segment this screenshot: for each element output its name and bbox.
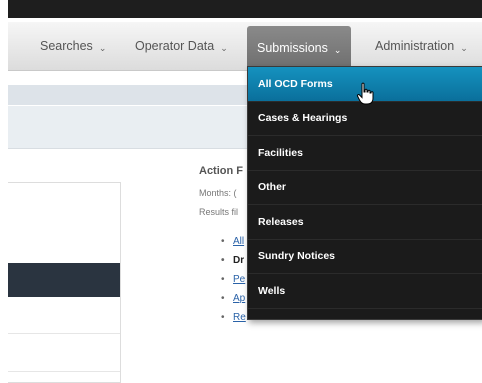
filter-link-approved[interactable]: Ap <box>221 289 246 308</box>
chevron-down-icon: ⌄ <box>333 45 342 55</box>
action-filter-list: All Dr Pe Ap Re <box>221 232 246 327</box>
filter-link-rejected[interactable]: Re <box>221 308 246 327</box>
divider <box>8 333 120 334</box>
menu-item-releases[interactable]: Releases <box>248 205 482 240</box>
divider <box>8 371 120 372</box>
panel-header-bar <box>8 263 120 297</box>
nav-administration-label: Administration <box>375 39 455 53</box>
nav-administration[interactable]: Administration ⌄ <box>375 22 468 70</box>
months-label: Months: ( <box>199 188 237 198</box>
chevron-down-icon: ⌄ <box>98 43 107 53</box>
nav-operator-data-label: Operator Data <box>135 39 215 53</box>
hand-pointer-icon <box>356 82 376 111</box>
left-panel <box>8 182 121 383</box>
nav-submissions-label: Submissions <box>257 41 328 55</box>
results-filter-label: Results fil <box>199 207 239 217</box>
filter-link-all[interactable]: All <box>221 232 246 251</box>
action-filters-title: Action F <box>199 165 243 177</box>
nav-operator-data[interactable]: Operator Data ⌄ <box>135 22 228 70</box>
main-navigation: Searches ⌄ Operator Data ⌄ Submissions ⌄… <box>8 22 482 71</box>
filter-link-pending[interactable]: Pe <box>221 270 246 289</box>
chevron-down-icon: ⌄ <box>220 43 228 53</box>
menu-item-wells[interactable]: Wells <box>248 274 482 309</box>
nav-submissions[interactable]: Submissions ⌄ <box>247 26 352 70</box>
menu-item-sundry-notices[interactable]: Sundry Notices <box>248 240 482 274</box>
chevron-down-icon: ⌄ <box>460 43 468 53</box>
top-bar <box>8 0 482 18</box>
menu-item-other[interactable]: Other <box>248 171 482 205</box>
nav-searches[interactable]: Searches ⌄ <box>40 22 106 70</box>
filter-link-draft: Dr <box>221 251 246 270</box>
menu-item-facilities[interactable]: Facilities <box>248 136 482 171</box>
nav-searches-label: Searches <box>40 39 93 53</box>
